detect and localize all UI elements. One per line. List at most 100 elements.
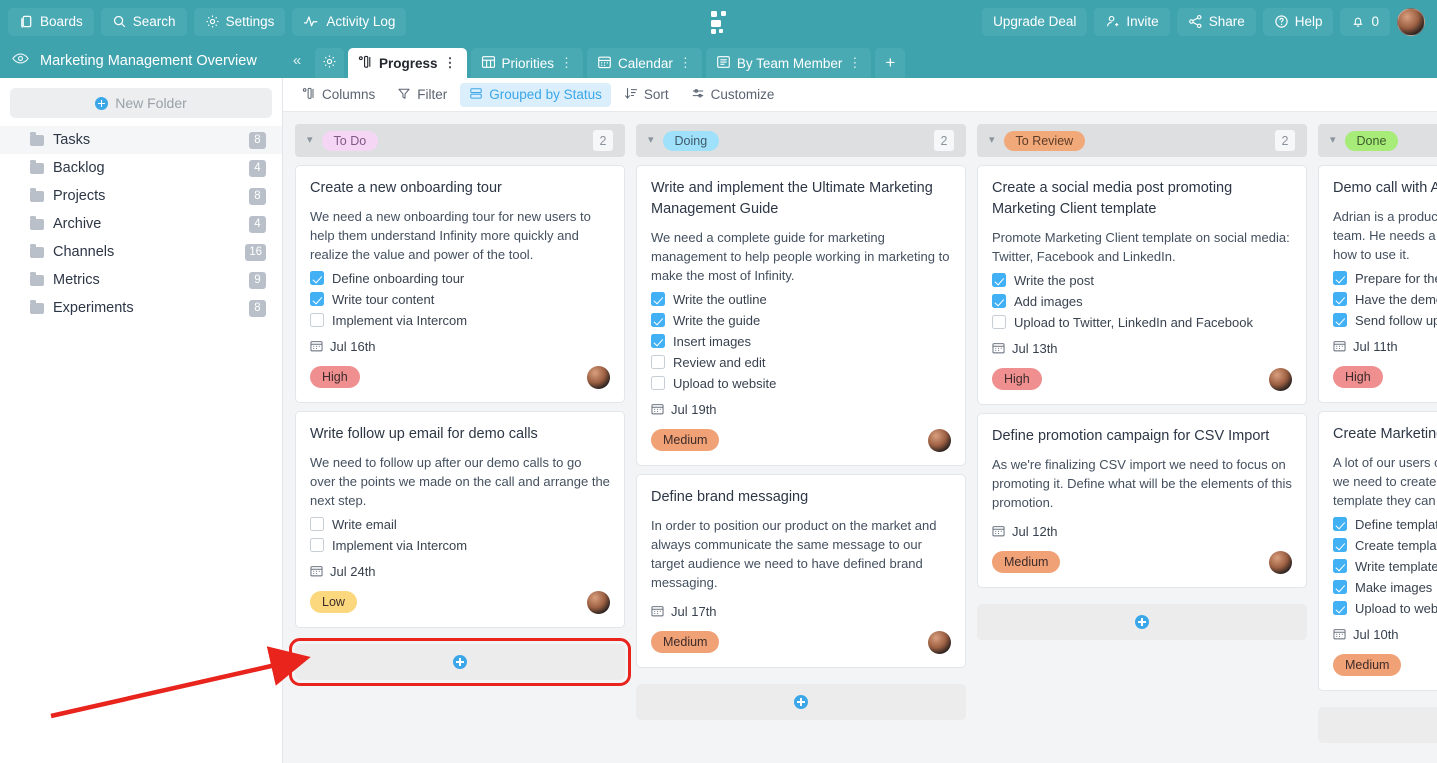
activity-log-button[interactable]: Activity Log: [292, 7, 407, 36]
subtask-row[interactable]: Create template: [1333, 538, 1437, 553]
checkbox-icon[interactable]: [310, 313, 324, 328]
checkbox-icon[interactable]: [1333, 601, 1347, 616]
sort-button[interactable]: Sort: [615, 83, 678, 107]
sidebar-item-metrics[interactable]: Metrics 9: [0, 266, 282, 294]
tab-by-team-member[interactable]: By Team Member ⋮: [705, 48, 872, 78]
subtask-row[interactable]: Write email: [310, 517, 610, 532]
assignee-avatar[interactable]: [1269, 550, 1292, 574]
task-card[interactable]: Create a social media post promoting Mar…: [977, 165, 1307, 405]
checkbox-icon[interactable]: [992, 273, 1006, 288]
checkbox-icon[interactable]: [1333, 538, 1347, 553]
invite-button[interactable]: Invite: [1094, 7, 1170, 36]
subtask-row[interactable]: Upload to website: [651, 376, 951, 391]
help-button[interactable]: Help: [1262, 7, 1334, 36]
add-card-button-todo[interactable]: [289, 637, 631, 686]
tab-menu-icon[interactable]: ⋮: [444, 56, 457, 69]
checkbox-icon[interactable]: [1333, 292, 1347, 307]
tab-menu-icon[interactable]: ⋮: [679, 56, 692, 69]
checkbox-icon[interactable]: [1333, 580, 1347, 595]
task-card[interactable]: Create Marketing Client template A lot o…: [1318, 410, 1437, 691]
filter-button[interactable]: Filter: [388, 83, 456, 107]
assignee-avatar[interactable]: [1269, 367, 1292, 391]
chevron-down-icon[interactable]: ▾: [1330, 135, 1336, 146]
sidebar-item-projects[interactable]: Projects 8: [0, 182, 282, 210]
checkbox-icon[interactable]: [651, 313, 665, 328]
checkbox-icon[interactable]: [1333, 313, 1347, 328]
new-folder-button[interactable]: New Folder: [10, 88, 272, 118]
assignee-avatar[interactable]: [928, 630, 951, 654]
checkbox-icon[interactable]: [651, 334, 665, 349]
checkbox-icon[interactable]: [310, 538, 324, 553]
task-card[interactable]: Define brand messaging In order to posit…: [636, 473, 966, 668]
add-card-button-to-review[interactable]: [977, 603, 1307, 640]
tab-progress[interactable]: Progress ⋮: [348, 48, 467, 78]
column-header[interactable]: ▾ To Do 2: [295, 124, 625, 157]
settings-button[interactable]: Settings: [193, 7, 286, 36]
subtask-row[interactable]: Upload to website: [1333, 601, 1437, 616]
column-header[interactable]: ▾ To Review 2: [977, 124, 1307, 157]
add-tab-button[interactable]: +: [875, 48, 906, 78]
eye-icon[interactable]: [12, 52, 29, 69]
sidebar-item-experiments[interactable]: Experiments 8: [0, 294, 282, 322]
subtask-row[interactable]: Write tour content: [310, 292, 610, 307]
add-card-button-done[interactable]: [1318, 706, 1437, 743]
upgrade-deal-button[interactable]: Upgrade Deal: [982, 7, 1088, 36]
grouped-by-status-button[interactable]: Grouped by Status: [460, 82, 611, 107]
checkbox-icon[interactable]: [992, 315, 1006, 330]
sidebar-item-backlog[interactable]: Backlog 4: [0, 154, 282, 182]
assignee-avatar[interactable]: [928, 428, 951, 452]
subtask-row[interactable]: Prepare for the call: [1333, 271, 1437, 286]
column-header[interactable]: ▾ Done: [1318, 124, 1437, 157]
subtask-row[interactable]: Write the outline: [651, 292, 951, 307]
tab-priorities[interactable]: Priorities ⋮: [470, 48, 584, 78]
chevron-down-icon[interactable]: ▾: [989, 135, 995, 146]
subtask-row[interactable]: Review and edit: [651, 355, 951, 370]
task-card[interactable]: Define promotion campaign for CSV Import…: [977, 412, 1307, 588]
checkbox-icon[interactable]: [1333, 271, 1347, 286]
search-button[interactable]: Search: [100, 7, 187, 36]
task-card[interactable]: Demo call with Adrian Adrian is a produc…: [1318, 165, 1437, 403]
customize-button[interactable]: Customize: [682, 83, 784, 107]
checkbox-icon[interactable]: [1333, 517, 1347, 532]
checkbox-icon[interactable]: [651, 355, 665, 370]
subtask-row[interactable]: Add images: [992, 294, 1292, 309]
tab-calendar[interactable]: Calendar ⋮: [587, 48, 702, 78]
subtask-row[interactable]: Send follow up email: [1333, 313, 1437, 328]
add-card-button-doing[interactable]: [636, 683, 966, 720]
subtask-row[interactable]: Implement via Intercom: [310, 538, 610, 553]
chevron-down-icon[interactable]: ▾: [648, 135, 654, 146]
task-card[interactable]: Write and implement the Ultimate Marketi…: [636, 165, 966, 466]
assignee-avatar[interactable]: [587, 365, 610, 389]
task-card[interactable]: Write follow up email for demo calls We …: [295, 410, 625, 628]
checkbox-icon[interactable]: [651, 292, 665, 307]
sidebar-item-tasks[interactable]: Tasks 8: [0, 126, 282, 154]
checkbox-icon[interactable]: [310, 292, 324, 307]
notifications-button[interactable]: 0: [1340, 7, 1390, 36]
checkbox-icon[interactable]: [992, 294, 1006, 309]
tab-settings[interactable]: [315, 48, 344, 78]
subtask-row[interactable]: Have the demo call: [1333, 292, 1437, 307]
subtask-row[interactable]: Write the post: [992, 273, 1292, 288]
subtask-row[interactable]: Define template structure: [1333, 517, 1437, 532]
sidebar-collapse-button[interactable]: «: [283, 43, 311, 78]
tab-menu-icon[interactable]: ⋮: [560, 56, 573, 69]
checkbox-icon[interactable]: [310, 517, 324, 532]
user-avatar[interactable]: [1397, 7, 1425, 36]
sidebar-item-channels[interactable]: Channels 16: [0, 238, 282, 266]
subtask-row[interactable]: Make images: [1333, 580, 1437, 595]
subtask-row[interactable]: Write template copy: [1333, 559, 1437, 574]
subtask-row[interactable]: Define onboarding tour: [310, 271, 610, 286]
checkbox-icon[interactable]: [1333, 559, 1347, 574]
tab-menu-icon[interactable]: ⋮: [848, 56, 861, 69]
column-header[interactable]: ▾ Doing 2: [636, 124, 966, 157]
task-card[interactable]: Create a new onboarding tour We need a n…: [295, 165, 625, 403]
subtask-row[interactable]: Insert images: [651, 334, 951, 349]
subtask-row[interactable]: Upload to Twitter, LinkedIn and Facebook: [992, 315, 1292, 330]
checkbox-icon[interactable]: [310, 271, 324, 286]
checkbox-icon[interactable]: [651, 376, 665, 391]
subtask-row[interactable]: Implement via Intercom: [310, 313, 610, 328]
share-button[interactable]: Share: [1176, 7, 1256, 36]
assignee-avatar[interactable]: [587, 590, 610, 614]
boards-button[interactable]: Boards: [8, 7, 94, 36]
chevron-down-icon[interactable]: ▾: [307, 135, 313, 146]
